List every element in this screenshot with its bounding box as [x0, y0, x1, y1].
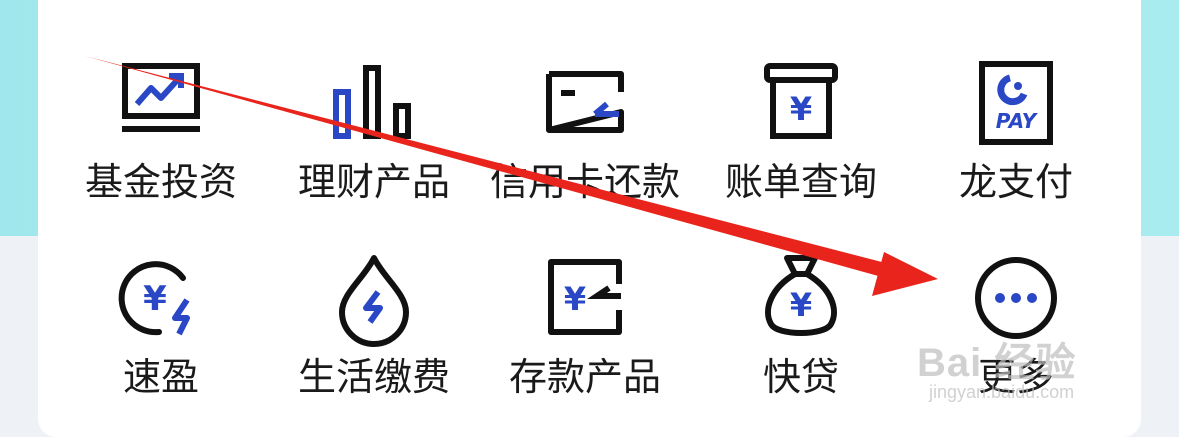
service-label: 更多	[977, 355, 1054, 399]
deposit-icon: ¥	[535, 248, 635, 348]
svg-text:¥: ¥	[790, 90, 812, 128]
service-label: 账单查询	[724, 160, 877, 204]
service-label: 速盈	[122, 355, 199, 399]
more-icon	[966, 248, 1066, 348]
credit-card-icon	[535, 52, 635, 152]
yen-fast-icon: ¥	[111, 248, 211, 348]
yen-sign: ¥	[790, 286, 812, 324]
bar-chart-icon	[324, 52, 424, 152]
service-label: 龙支付	[958, 160, 1073, 204]
service-label: 信用卡还款	[489, 160, 680, 204]
yen-sign: ¥	[564, 280, 586, 318]
service-label: 生活缴费	[297, 355, 450, 399]
money-bag-icon: ¥	[751, 248, 851, 348]
bill-box-icon: ¥	[751, 52, 851, 152]
service-label: 理财产品	[297, 160, 450, 204]
fund-chart-icon	[111, 52, 211, 152]
service-label: 基金投资	[84, 160, 237, 204]
service-label: 快贷	[762, 355, 839, 399]
services-card: 基金投资 理财产品 信用卡还款 ¥ 账单查询 PAY 龙支付 ¥ 速盈 生活缴费…	[38, 0, 1141, 437]
service-label: 存款产品	[508, 355, 661, 399]
pay-text: PAY	[996, 109, 1039, 133]
loong-pay-icon: PAY	[966, 52, 1066, 152]
yen-sign: ¥	[143, 279, 167, 319]
drop-bolt-icon	[324, 248, 424, 348]
